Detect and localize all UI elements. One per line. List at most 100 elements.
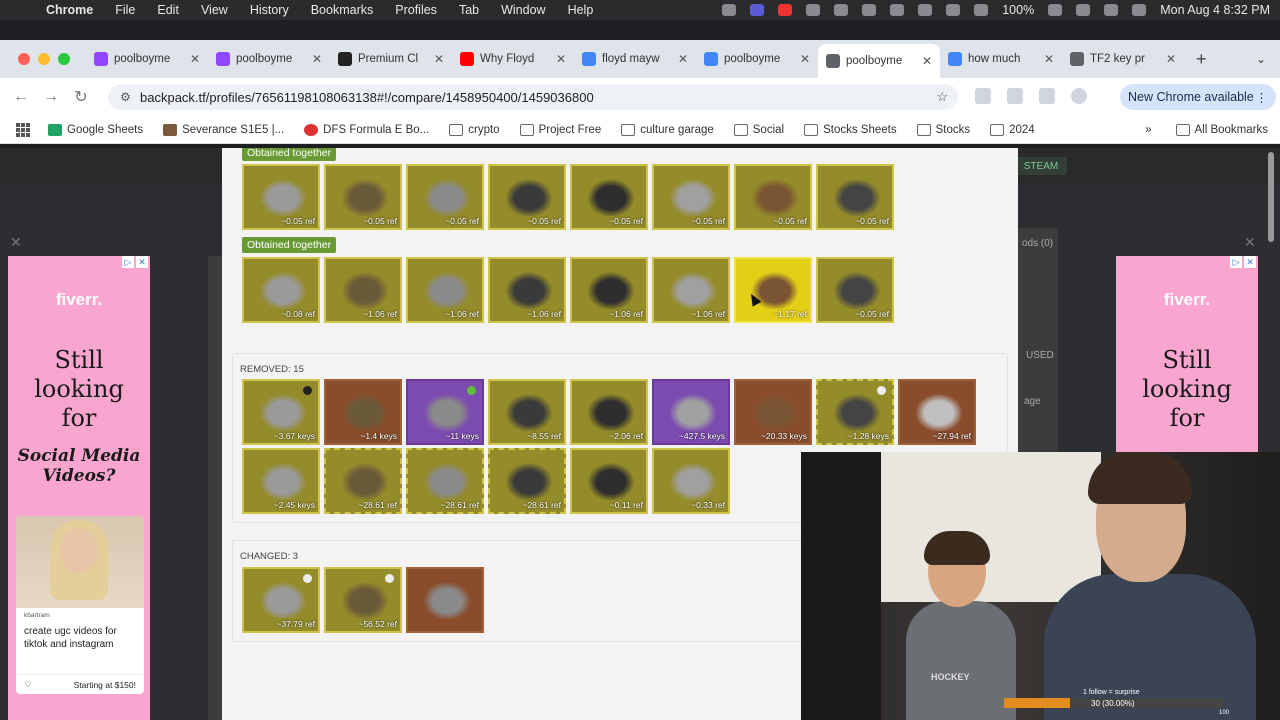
tab[interactable]: Why Floyd ✕ — [452, 44, 574, 74]
screen-record-icon[interactable] — [750, 4, 765, 16]
site-info-icon[interactable]: ⚙ — [120, 90, 134, 104]
backpack-item[interactable]: ~28.61 ref — [324, 448, 402, 514]
bookmark-folder-social[interactable]: Social — [733, 123, 784, 136]
more-bookmarks-icon[interactable]: » — [1145, 124, 1151, 136]
close-icon[interactable]: ✕ — [1244, 234, 1256, 251]
tab[interactable]: poolboyme ✕ — [208, 44, 330, 74]
backpack-item[interactable]: ~28.61 ref — [406, 448, 484, 514]
bookmark-severance[interactable]: Severance S1E5 |... — [163, 123, 284, 136]
close-tab-icon[interactable]: ✕ — [922, 54, 932, 68]
menu-tab[interactable]: Tab — [459, 3, 479, 17]
backpack-item[interactable]: ~37.79 ref — [242, 567, 320, 633]
bookmark-folder-project-free[interactable]: Project Free — [519, 123, 601, 136]
clock[interactable]: Mon Aug 4 8:32 PM — [1160, 3, 1270, 17]
backpack-item[interactable]: ~1.06 ref — [652, 257, 730, 323]
tab[interactable]: poolboyme ✕ — [86, 44, 208, 74]
bookmark-dfs-formula-e[interactable]: DFS Formula E Bo... — [304, 123, 429, 136]
backpack-item[interactable]: ~0.05 ref — [242, 164, 320, 230]
menu-app-chrome[interactable]: Chrome — [46, 3, 93, 17]
backpack-item[interactable]: ~1.06 ref — [324, 257, 402, 323]
forward-arrow-icon[interactable]: → — [36, 88, 66, 106]
status-icon[interactable] — [862, 4, 877, 16]
close-icon[interactable]: ✕ — [10, 234, 22, 251]
backpack-item[interactable]: ~2.06 ref — [570, 379, 648, 445]
bookmark-folder-2024[interactable]: 2024 — [990, 123, 1035, 136]
profile-avatar[interactable] — [1071, 88, 1087, 104]
backpack-item[interactable]: ~0.05 ref — [652, 164, 730, 230]
backpack-item[interactable]: ~20.33 keys — [734, 379, 812, 445]
back-arrow-icon[interactable]: ← — [6, 88, 36, 106]
tab-active[interactable]: poolboyme ✕ — [818, 44, 940, 78]
new-chrome-available-button[interactable]: New Chrome available ⋮ — [1120, 84, 1276, 110]
bookmark-google-sheets[interactable]: Google Sheets — [48, 123, 143, 136]
fiverr-ad-left[interactable]: ▷ ✕ fiverr. Still looking for Social Medi… — [8, 256, 150, 720]
bookmark-folder-stocks-sheets[interactable]: Stocks Sheets — [804, 123, 897, 136]
backpack-item[interactable]: ~56.52 ref — [324, 567, 402, 633]
backpack-item[interactable] — [406, 567, 484, 633]
tab[interactable]: floyd mayw ✕ — [574, 44, 696, 74]
backpack-item[interactable]: ~1.06 ref — [406, 257, 484, 323]
all-bookmarks[interactable]: All Bookmarks — [1175, 124, 1268, 136]
new-tab-button[interactable]: + — [1196, 49, 1207, 70]
extensions-puzzle-icon[interactable] — [1007, 88, 1023, 104]
apps-grid-icon[interactable] — [16, 122, 30, 137]
ad-info-icon[interactable]: ▷ — [122, 256, 134, 268]
backpack-item[interactable]: ~1.06 ref — [488, 257, 566, 323]
menu-profiles[interactable]: Profiles — [395, 3, 437, 17]
menu-history[interactable]: History — [250, 3, 289, 17]
media-icon[interactable] — [1039, 88, 1055, 104]
tab[interactable]: poolboyme ✕ — [696, 44, 818, 74]
chevron-down-icon[interactable]: ⌄ — [1256, 52, 1266, 66]
backpack-item[interactable]: ~27.94 ref — [898, 379, 976, 445]
backpack-item[interactable]: ~0.05 ref — [816, 164, 894, 230]
backpack-item[interactable]: ~2.45 keys — [242, 448, 320, 514]
backpack-item[interactable]: ~0.05 ref — [570, 164, 648, 230]
ad-info-icon[interactable]: ▷ — [1230, 256, 1242, 268]
control-center-icon[interactable] — [1132, 4, 1147, 16]
menu-help[interactable]: Help — [568, 3, 594, 17]
close-tab-icon[interactable]: ✕ — [190, 52, 200, 66]
tab[interactable]: Premium Cl ✕ — [330, 44, 452, 74]
backpack-item[interactable]: ~427.5 keys — [652, 379, 730, 445]
backpack-item[interactable]: ~0.05 ref — [406, 164, 484, 230]
backpack-item[interactable]: ~0.11 ref — [570, 448, 648, 514]
backpack-item[interactable]: ~0.05 ref — [816, 257, 894, 323]
bookmark-star-icon[interactable]: ☆ — [936, 89, 948, 105]
airdrop-icon[interactable] — [946, 4, 961, 16]
reload-icon[interactable]: ↻ — [66, 87, 96, 107]
menu-file[interactable]: File — [115, 3, 135, 17]
tab[interactable]: TF2 key pr ✕ — [1062, 44, 1184, 74]
tab[interactable]: how much ✕ — [940, 44, 1062, 74]
close-window-button[interactable] — [18, 53, 30, 65]
close-tab-icon[interactable]: ✕ — [678, 52, 688, 66]
play-icon[interactable] — [890, 4, 905, 16]
status-icon[interactable] — [834, 4, 849, 16]
backpack-item[interactable]: ~1.17 ref — [734, 257, 812, 323]
backpack-item[interactable]: ~0.08 ref — [242, 257, 320, 323]
backpack-item[interactable]: ~11 keys — [406, 379, 484, 445]
backpack-item[interactable]: ~0.33 ref — [652, 448, 730, 514]
backpack-item[interactable]: ~3.67 keys — [242, 379, 320, 445]
more-vert-icon[interactable]: ⋮ — [1255, 90, 1268, 105]
backpack-item[interactable]: ~0.05 ref — [488, 164, 566, 230]
bookmark-folder-culture-garage[interactable]: culture garage — [621, 123, 714, 136]
ad-close-icon[interactable]: ✕ — [1244, 256, 1256, 268]
notification-icon[interactable] — [778, 4, 793, 16]
ad-gig-card[interactable]: kbartram create ugc videos for tiktok an… — [16, 516, 144, 694]
status-icon[interactable] — [722, 4, 737, 16]
close-tab-icon[interactable]: ✕ — [434, 52, 444, 66]
address-bar[interactable]: ⚙ backpack.tf/profiles/76561198108063138… — [108, 84, 958, 110]
brightness-icon[interactable] — [918, 4, 933, 16]
backpack-item[interactable]: ~1.06 ref — [570, 257, 648, 323]
bluetooth-icon[interactable] — [974, 4, 989, 16]
heart-icon[interactable]: ♡ — [24, 679, 32, 690]
extension-icon[interactable] — [975, 88, 991, 104]
steam-button[interactable]: STEAM — [1015, 157, 1067, 175]
menu-bookmarks[interactable]: Bookmarks — [311, 3, 374, 17]
zoom-window-button[interactable] — [58, 53, 70, 65]
menu-view[interactable]: View — [201, 3, 228, 17]
close-tab-icon[interactable]: ✕ — [312, 52, 322, 66]
close-tab-icon[interactable]: ✕ — [1044, 52, 1054, 66]
close-tab-icon[interactable]: ✕ — [800, 52, 810, 66]
menu-window[interactable]: Window — [501, 3, 545, 17]
